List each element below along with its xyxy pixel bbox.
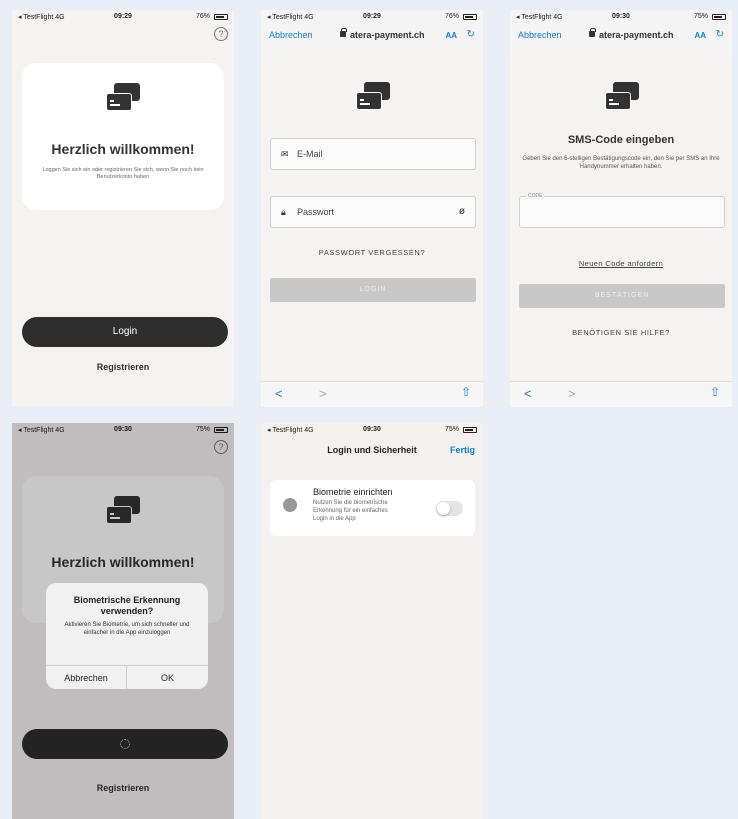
password-field[interactable]: 🔒︎ Passwort ø — [270, 196, 476, 228]
lock-icon: 🔒︎ — [281, 207, 286, 217]
code-field[interactable]: CODE — [519, 193, 725, 228]
web-content: SMS-Code eingeben Geben Sie den 6-stelli… — [510, 56, 732, 382]
dialog-ok-button[interactable]: OK — [127, 666, 208, 689]
sms-code-screen: ◂ TestFlight 4G 09:30 75% Abbrechen ater… — [510, 10, 732, 407]
forward-icon[interactable]: > — [568, 386, 576, 401]
mail-icon: ✉ — [281, 149, 289, 159]
battery-percent: 75% — [444, 426, 459, 433]
browser-toolbar: < > ⇧ — [261, 381, 483, 407]
battery-percent: 75% — [693, 13, 708, 20]
web-content: ✉ E-Mail 🔒︎ Passwort ø PASSWORT VERGESSE… — [261, 56, 483, 382]
credit-cards-icon — [356, 82, 390, 110]
battery-icon — [712, 14, 726, 20]
cancel-button[interactable]: Abbrechen — [269, 30, 313, 40]
reload-icon[interactable]: ↻ — [716, 29, 724, 40]
welcome-title: Herzlich willkommen! — [51, 141, 195, 157]
login-form-screen: ◂ TestFlight 4G 09:29 76% Abbrechen ater… — [261, 10, 483, 407]
dialog-title: Biometrische Erkennung verwenden? — [73, 595, 181, 616]
url-row: Abbrechen atera-payment.ch AA ↻ — [261, 28, 483, 44]
biometric-toggle[interactable] — [436, 501, 463, 516]
dialog-cancel-button[interactable]: Abbrechen — [46, 666, 127, 689]
biometric-setting-row: Biometrie einrichten Nutzen Sie die biom… — [270, 480, 475, 536]
forward-icon[interactable]: > — [319, 386, 327, 401]
register-link[interactable]: Registrieren — [12, 362, 234, 372]
share-icon[interactable]: ⇧ — [461, 385, 471, 399]
biometric-title: Biometrie einrichten — [313, 487, 393, 497]
url-label[interactable]: atera-payment.ch — [350, 30, 425, 40]
welcome-subtitle: Loggen Sie sich ein oder registrieren Si… — [42, 167, 204, 180]
status-bar: ◂ TestFlight 4G 09:29 76% — [12, 10, 234, 26]
status-bar: ◂ TestFlight 4G 09:30 75% — [510, 10, 732, 26]
fingerprint-icon — [283, 498, 297, 512]
status-bar: ◂ TestFlight 4G 09:30 75% — [261, 423, 483, 439]
credit-cards-icon — [605, 82, 639, 110]
battery-icon — [463, 14, 477, 20]
lock-icon — [340, 28, 347, 37]
status-bar: ◂ TestFlight 4G 09:29 76% — [261, 10, 483, 26]
text-size-button[interactable]: AA — [445, 31, 457, 40]
welcome-card: Herzlich willkommen! Loggen Sie sich ein… — [22, 63, 224, 210]
eye-off-icon[interactable]: ø — [459, 206, 465, 217]
battery-percent: 76% — [195, 13, 210, 20]
email-field[interactable]: ✉ E-Mail — [270, 138, 476, 170]
lock-icon — [589, 28, 596, 37]
dialog-buttons: Abbrechen OK — [46, 665, 208, 689]
battery-icon — [463, 427, 477, 433]
sms-title: SMS-Code eingeben — [567, 134, 675, 146]
browser-toolbar: < > ⇧ — [510, 381, 732, 407]
biometric-dialog: Biometrische Erkennung verwenden? Aktivi… — [46, 583, 208, 689]
back-icon[interactable]: < — [524, 386, 532, 401]
login-button[interactable]: LOGIN — [270, 278, 476, 302]
password-placeholder: Passwort — [297, 207, 335, 217]
code-label: CODE — [526, 193, 545, 199]
back-icon[interactable]: < — [275, 386, 283, 401]
dialog-message: Aktivieren Sie Biometrie, um sich schnel… — [64, 622, 190, 636]
welcome-screen: ◂ TestFlight 4G 09:29 76% ? Herzlich wil… — [12, 10, 234, 407]
browser-bar: ◂ TestFlight 4G 09:29 76% Abbrechen ater… — [261, 10, 483, 56]
text-size-button[interactable]: AA — [694, 31, 706, 40]
login-button[interactable]: Login — [22, 317, 228, 347]
email-placeholder: E-Mail — [297, 149, 323, 159]
need-help-link[interactable]: BENÖTIGEN SIE HILFE? — [510, 328, 732, 337]
battery-icon — [214, 14, 228, 20]
url-row: Abbrechen atera-payment.ch AA ↻ — [510, 28, 732, 44]
url-label[interactable]: atera-payment.ch — [599, 30, 674, 40]
browser-bar: ◂ TestFlight 4G 09:30 75% Abbrechen ater… — [510, 10, 732, 56]
reload-icon[interactable]: ↻ — [467, 29, 475, 40]
sms-subtitle: Geben Sie den 6-stelligen Bestätigungsco… — [522, 156, 720, 170]
confirm-button[interactable]: BESTÄTIGEN — [519, 284, 725, 308]
done-button[interactable]: Fertig — [450, 445, 475, 455]
request-new-code-link[interactable]: Neuen Code anfordern — [510, 259, 732, 268]
battery-percent: 76% — [444, 13, 459, 20]
security-settings-screen: ◂ TestFlight 4G 09:30 75% Login und Sich… — [261, 423, 483, 819]
cancel-button[interactable]: Abbrechen — [518, 30, 562, 40]
forgot-password-link[interactable]: PASSWORT VERGESSEN? — [261, 248, 483, 257]
biometric-prompt-screen: ◂ TestFlight 4G 09:30 75% ? Herzlich wil… — [12, 423, 234, 819]
help-icon[interactable]: ? — [214, 27, 228, 41]
credit-cards-icon — [106, 83, 140, 111]
share-icon[interactable]: ⇧ — [710, 385, 720, 399]
biometric-description: Nutzen Sie die biometrische Erkennung fü… — [313, 500, 388, 522]
